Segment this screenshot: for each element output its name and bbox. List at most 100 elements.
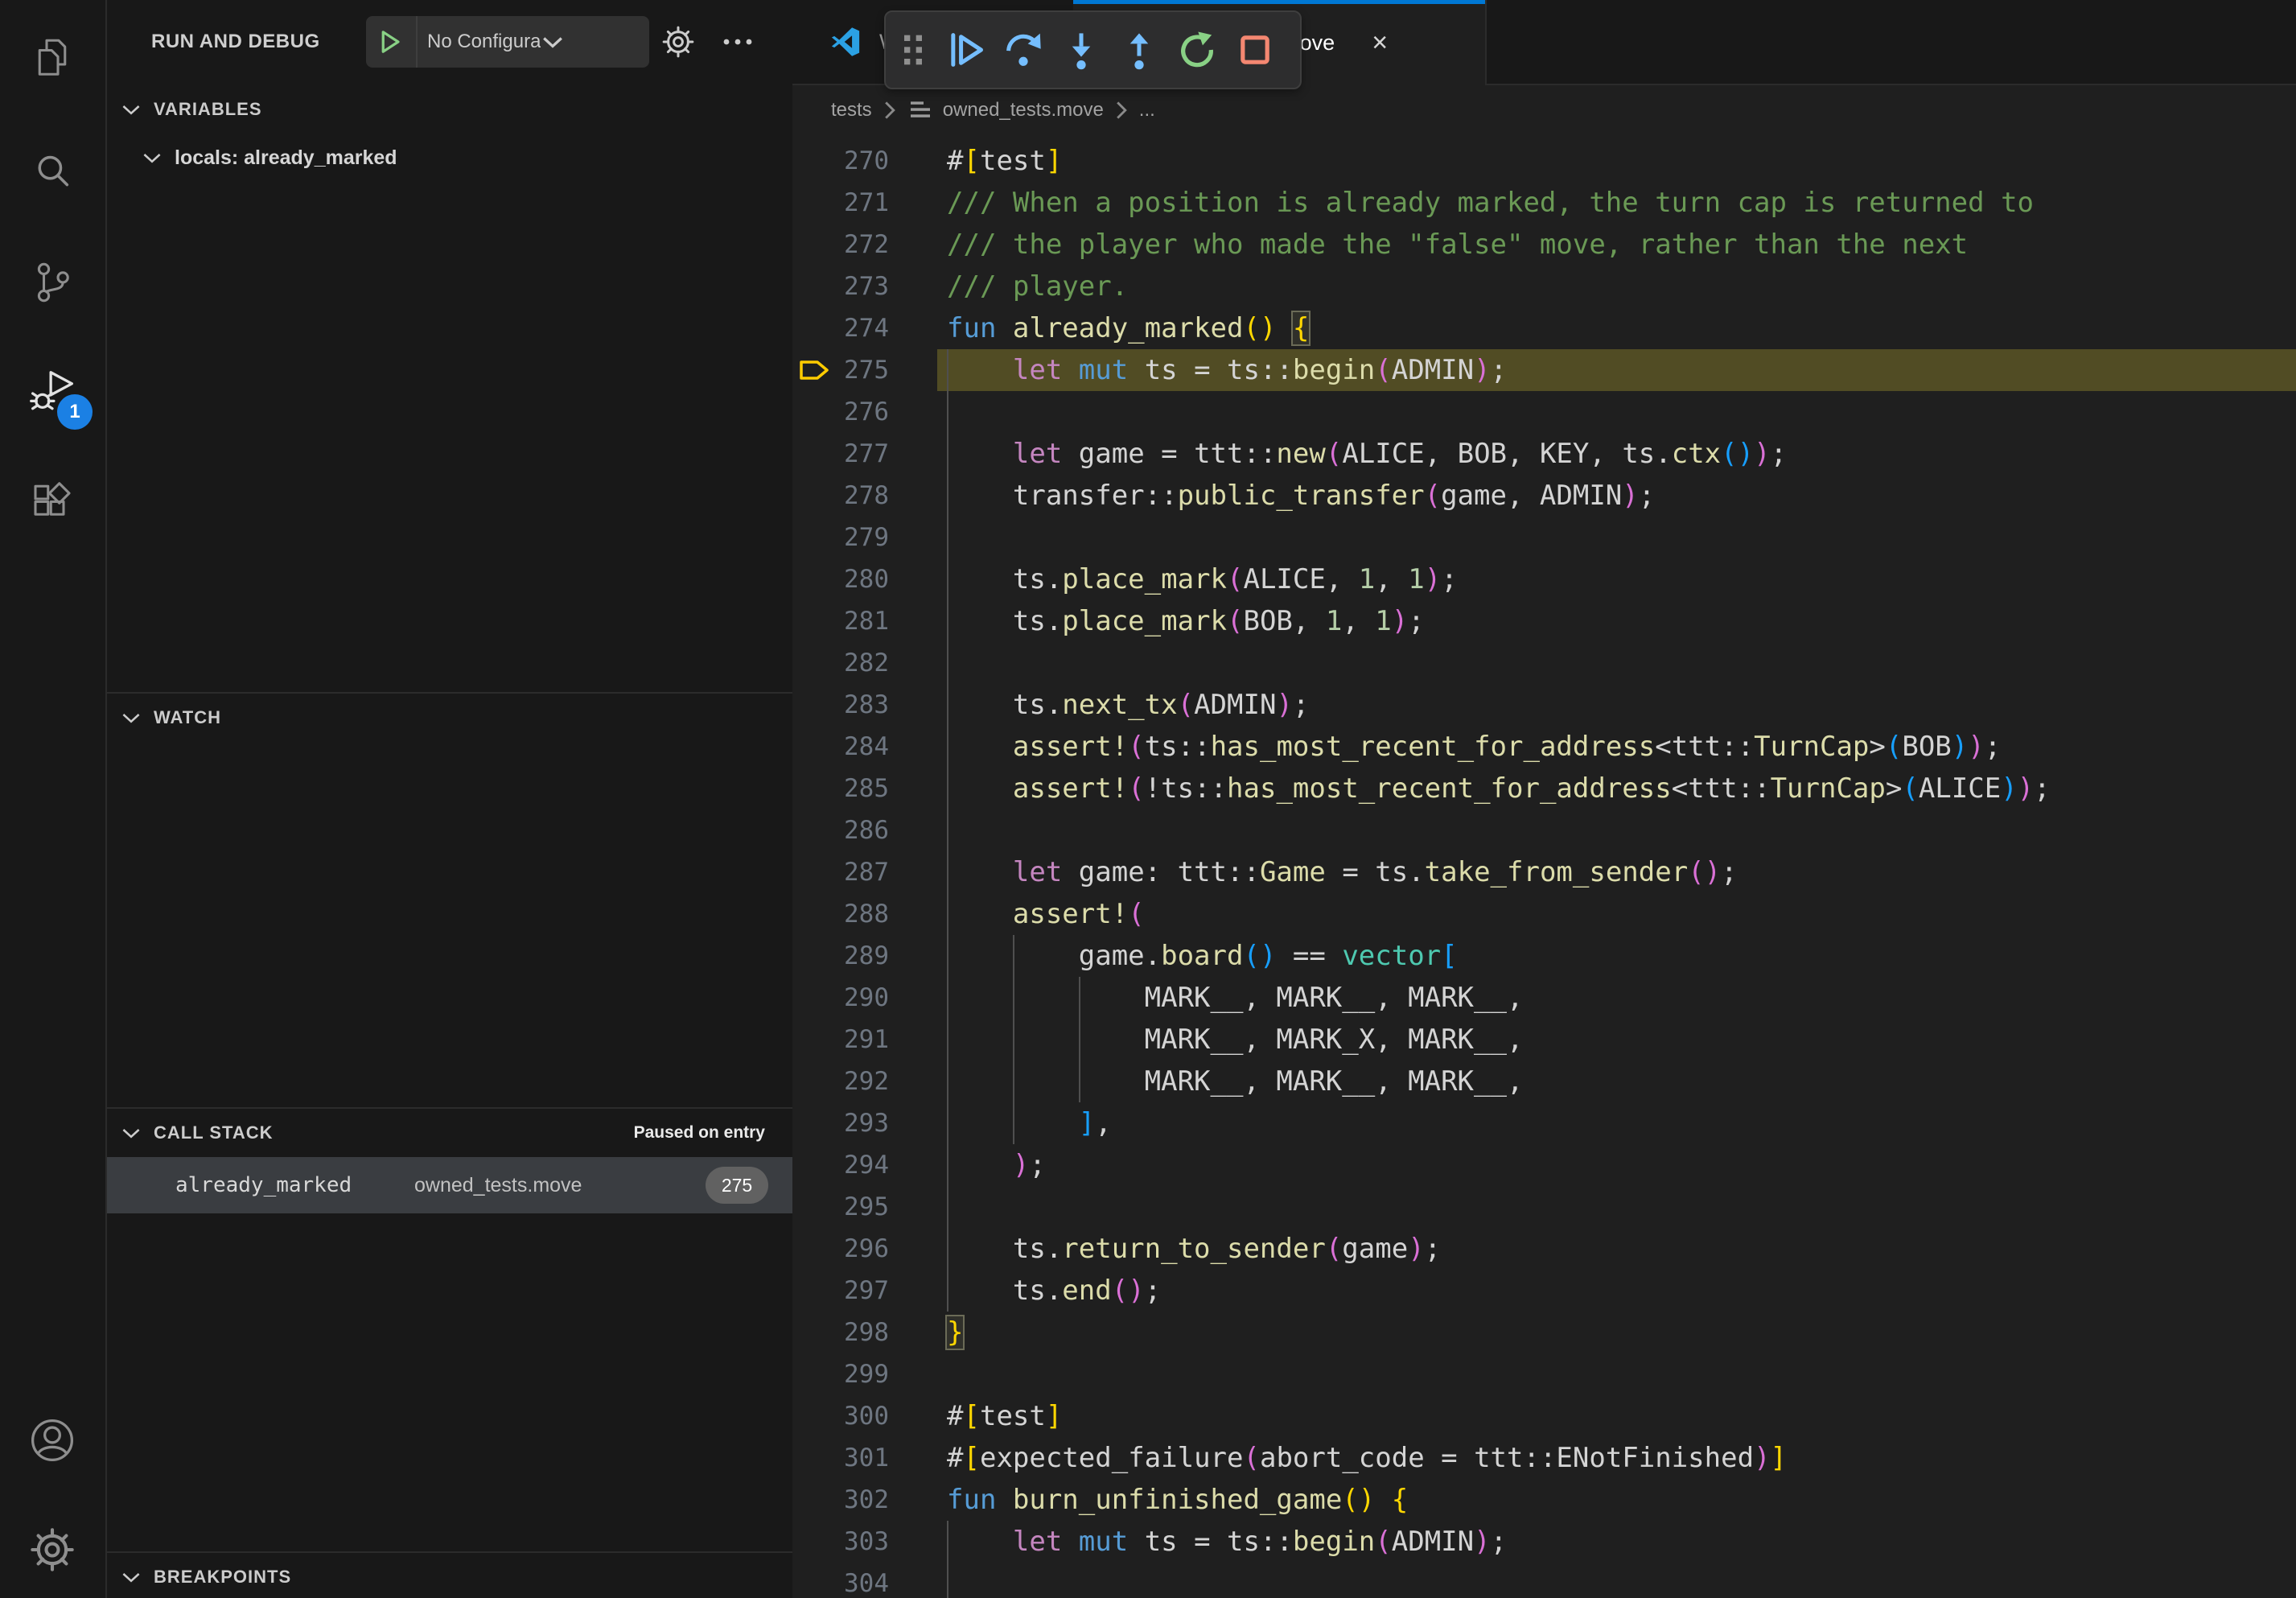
variables-scope-locals[interactable]: locals: already_marked: [105, 135, 792, 180]
code-line-content[interactable]: MARK__, MARK__, MARK__,: [947, 1061, 2296, 1102]
code-line-content[interactable]: let game = ttt::new(ALICE, BOB, KEY, ts.…: [947, 433, 2296, 475]
code-line-content[interactable]: [947, 1186, 2296, 1228]
config-dropdown-label[interactable]: No Configura: [427, 31, 541, 53]
code-line-content[interactable]: /// the player who made the "false" move…: [947, 224, 2296, 266]
start-debug-button[interactable]: [366, 16, 418, 68]
code-line-content[interactable]: let mut ts = ts::begin(ADMIN);: [947, 349, 2296, 391]
line-number[interactable]: 296: [792, 1228, 889, 1270]
step-into-button[interactable]: [1055, 23, 1108, 76]
code-line-content[interactable]: #[test]: [947, 140, 2296, 182]
indent-guide: [947, 893, 948, 935]
section-header-variables[interactable]: VARIABLES: [105, 87, 792, 132]
code-line-content[interactable]: ts.place_mark(ALICE, 1, 1);: [947, 558, 2296, 600]
line-number[interactable]: 288: [792, 893, 889, 935]
line-number[interactable]: 299: [792, 1353, 889, 1395]
code-line-content[interactable]: MARK__, MARK__, MARK__,: [947, 977, 2296, 1019]
code-line-content[interactable]: ts.return_to_sender(game);: [947, 1228, 2296, 1270]
line-number[interactable]: 300: [792, 1395, 889, 1437]
code-line-content[interactable]: );: [947, 1144, 2296, 1186]
code-line-content[interactable]: fun already_marked() {: [947, 307, 2296, 349]
restart-button[interactable]: [1171, 23, 1224, 76]
line-number[interactable]: 290: [792, 977, 889, 1019]
line-number[interactable]: 280: [792, 558, 889, 600]
code-line-content[interactable]: fun burn_unfinished_game() {: [947, 1479, 2296, 1521]
line-number[interactable]: 297: [792, 1270, 889, 1312]
code-line-content[interactable]: assert!(!ts::has_most_recent_for_address…: [947, 768, 2296, 809]
code-line-content[interactable]: let game: ttt::Game = ts.take_from_sende…: [947, 851, 2296, 893]
line-number[interactable]: 284: [792, 726, 889, 768]
code-line-content[interactable]: #[expected_failure(abort_code = ttt::ENo…: [947, 1437, 2296, 1479]
code-line-content[interactable]: [947, 517, 2296, 558]
toolbar-drag-handle[interactable]: [892, 23, 934, 76]
line-number[interactable]: 273: [792, 266, 889, 307]
line-number[interactable]: 295: [792, 1186, 889, 1228]
code-line-content[interactable]: let mut ts = ts::begin(ADMIN);: [947, 1521, 2296, 1563]
line-number[interactable]: 293: [792, 1102, 889, 1144]
line-number[interactable]: 282: [792, 642, 889, 684]
code-line-content[interactable]: }: [947, 1312, 2296, 1353]
section-header-watch[interactable]: WATCH: [105, 695, 792, 740]
sidebar-item-source-control[interactable]: [0, 238, 104, 327]
line-number[interactable]: 304: [792, 1563, 889, 1598]
more-actions-button[interactable]: [715, 0, 760, 84]
line-number[interactable]: 278: [792, 475, 889, 517]
step-out-button[interactable]: [1113, 23, 1166, 76]
code-line-content[interactable]: [947, 391, 2296, 433]
line-number[interactable]: 298: [792, 1312, 889, 1353]
code-line-content[interactable]: ts.next_tx(ADMIN);: [947, 684, 2296, 726]
code-line-content[interactable]: MARK__, MARK_X, MARK__,: [947, 1019, 2296, 1061]
call-stack-frame-row[interactable]: already_marked owned_tests.move 275: [105, 1157, 792, 1213]
sidebar-item-search[interactable]: [0, 127, 104, 216]
code-line-content[interactable]: /// player.: [947, 266, 2296, 307]
code-line-content[interactable]: transfer::public_transfer(game, ADMIN);: [947, 475, 2296, 517]
code-token: public_transfer: [1178, 480, 1425, 512]
close-icon[interactable]: ×: [1362, 25, 1397, 60]
code-line-content[interactable]: ts.place_mark(BOB, 1, 1);: [947, 600, 2296, 642]
line-number[interactable]: 277: [792, 433, 889, 475]
line-number[interactable]: 303: [792, 1521, 889, 1563]
code-line-content[interactable]: assert!(: [947, 893, 2296, 935]
line-number[interactable]: 292: [792, 1061, 889, 1102]
sidebar-item-extensions[interactable]: [0, 460, 104, 549]
line-number[interactable]: 283: [792, 684, 889, 726]
code-line-content[interactable]: ],: [947, 1102, 2296, 1144]
line-number[interactable]: 281: [792, 600, 889, 642]
step-over-button[interactable]: [997, 23, 1050, 76]
sidebar-item-run-and-debug[interactable]: 1: [0, 349, 104, 438]
line-number[interactable]: 274: [792, 307, 889, 349]
breadcrumb-item-file[interactable]: owned_tests.move: [943, 99, 1104, 121]
code-line-content[interactable]: [947, 1563, 2296, 1598]
line-number[interactable]: 289: [792, 935, 889, 977]
code-line-content[interactable]: /// When a position is already marked, t…: [947, 182, 2296, 224]
line-number[interactable]: 279: [792, 517, 889, 558]
line-number[interactable]: 272: [792, 224, 889, 266]
debug-settings-button[interactable]: [656, 0, 701, 84]
stop-button[interactable]: [1228, 23, 1282, 76]
breadcrumb-item-symbol[interactable]: ...: [1139, 99, 1155, 121]
line-number[interactable]: 276: [792, 391, 889, 433]
account-button[interactable]: [0, 1396, 104, 1485]
section-header-breakpoints[interactable]: BREAKPOINTS: [105, 1555, 792, 1598]
line-number[interactable]: 294: [792, 1144, 889, 1186]
code-line-content[interactable]: #[test]: [947, 1395, 2296, 1437]
sidebar-item-explorer[interactable]: [0, 14, 104, 103]
breadcrumb-item-tests[interactable]: tests: [831, 99, 872, 121]
line-number[interactable]: 291: [792, 1019, 889, 1061]
code-line-content[interactable]: assert!(ts::has_most_recent_for_address<…: [947, 726, 2296, 768]
line-number[interactable]: 271: [792, 182, 889, 224]
code-line-content[interactable]: [947, 642, 2296, 684]
settings-button[interactable]: [0, 1505, 104, 1594]
run-configuration-control[interactable]: No Configura: [366, 16, 649, 68]
code-line-content[interactable]: ts.end();: [947, 1270, 2296, 1312]
line-number[interactable]: 302: [792, 1479, 889, 1521]
code-line-content[interactable]: [947, 1353, 2296, 1395]
line-number[interactable]: 287: [792, 851, 889, 893]
code-line-content[interactable]: game.board() == vector[: [947, 935, 2296, 977]
line-number[interactable]: 285: [792, 768, 889, 809]
line-number[interactable]: 286: [792, 809, 889, 851]
continue-button[interactable]: [939, 23, 992, 76]
line-number[interactable]: 301: [792, 1437, 889, 1479]
code-line-content[interactable]: [947, 809, 2296, 851]
line-number[interactable]: 270: [792, 140, 889, 182]
section-header-call-stack[interactable]: CALL STACK Paused on entry: [105, 1110, 792, 1155]
